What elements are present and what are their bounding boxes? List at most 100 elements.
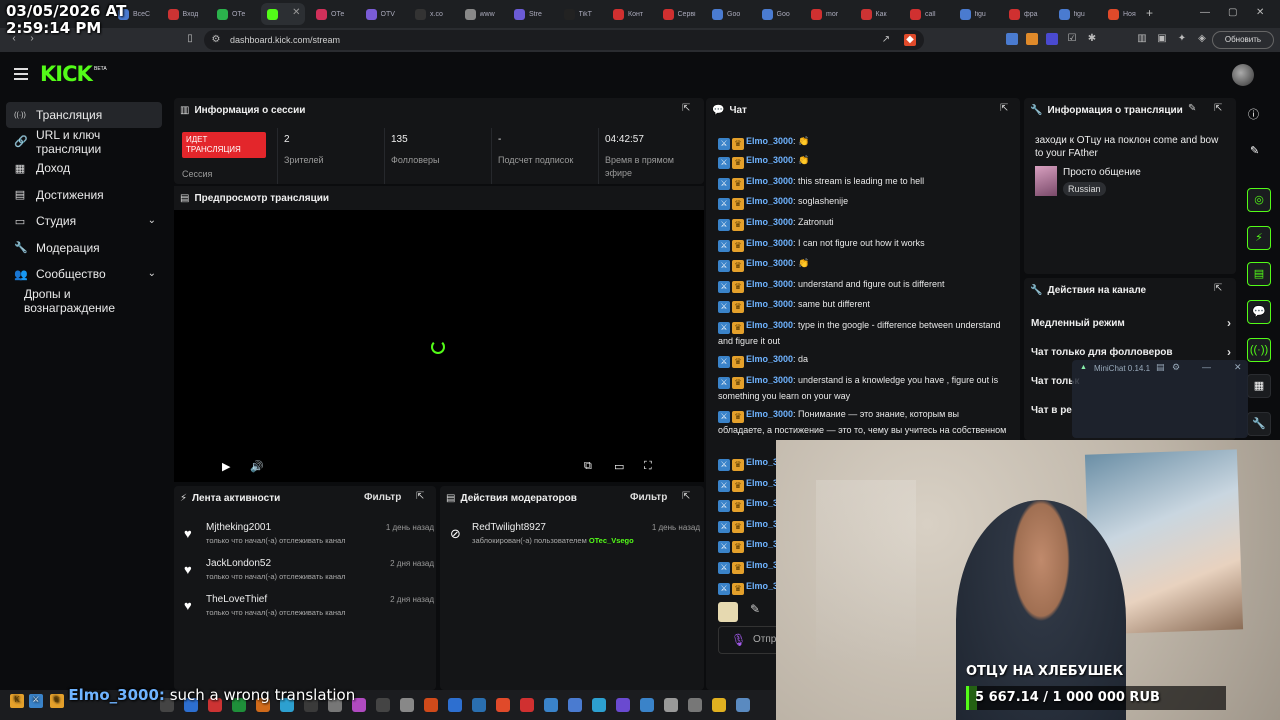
chat-username[interactable]: Elmo_3000 bbox=[746, 217, 793, 227]
chat-username[interactable]: Elmo_3000 bbox=[746, 279, 793, 289]
chat-username[interactable]: Elmo_3000 bbox=[746, 320, 793, 330]
taskbar-app-icon[interactable] bbox=[376, 698, 390, 712]
taskbar-app-icon[interactable] bbox=[568, 698, 582, 712]
taskbar-app-icon[interactable] bbox=[448, 698, 462, 712]
taskbar-app-icon[interactable] bbox=[496, 698, 510, 712]
activity-username[interactable]: JackLondon52 bbox=[206, 558, 271, 569]
maximize-icon[interactable]: ▢ bbox=[1228, 7, 1237, 18]
chat-username[interactable]: Elmo_3000 bbox=[746, 136, 793, 146]
chat-username-truncated[interactable]: Elmo_3 bbox=[746, 581, 778, 591]
translate-icon[interactable] bbox=[1006, 33, 1018, 45]
mod-action-username[interactable]: RedTwilight8927 bbox=[472, 522, 546, 533]
sidebar-toggle-icon[interactable]: ▥ bbox=[1136, 33, 1148, 45]
browser-tab[interactable]: ✕ bbox=[260, 3, 305, 25]
chat-username[interactable]: Elmo_3000 bbox=[746, 375, 793, 385]
taskbar-app-icon[interactable] bbox=[424, 698, 438, 712]
fullscreen-icon[interactable]: ⛶ bbox=[644, 460, 652, 473]
menu-icon[interactable] bbox=[14, 68, 28, 80]
popout-icon[interactable]: ⇱ bbox=[416, 491, 424, 502]
new-tab-icon[interactable]: + bbox=[1146, 6, 1153, 20]
taskbar-app-icon[interactable] bbox=[616, 698, 630, 712]
chevron-down-icon[interactable]: ⌄ bbox=[148, 215, 156, 226]
pip-icon[interactable]: ⧉ bbox=[584, 460, 592, 473]
activity-username[interactable]: Mjtheking2001 bbox=[206, 522, 271, 533]
info-circle-icon[interactable]: ⓘ bbox=[1248, 106, 1259, 122]
chat-username[interactable]: Elmo_3000 bbox=[746, 155, 793, 165]
chat-username[interactable]: Elmo_3000 bbox=[746, 176, 793, 186]
popout-icon[interactable]: ⇱ bbox=[682, 103, 690, 114]
minichat-settings-icon[interactable]: ⚙ bbox=[1172, 362, 1180, 373]
microphone-icon[interactable]: 🎙 bbox=[731, 633, 746, 647]
browser-tab[interactable]: фра bbox=[1003, 3, 1051, 25]
rail-camera-icon[interactable]: ◎ bbox=[1247, 188, 1271, 212]
popout-icon[interactable]: ⇱ bbox=[1214, 283, 1222, 294]
url-input[interactable]: ⚙ dashboard.kick.com/stream ↗ ◆ bbox=[204, 30, 924, 50]
browser-tab[interactable]: mor bbox=[805, 3, 853, 25]
rail-wrench-icon[interactable]: 🔧 bbox=[1247, 412, 1271, 436]
sidebar-item[interactable]: ((·)) Трансляция bbox=[6, 102, 162, 128]
rail-document-icon[interactable]: ▤ bbox=[1247, 262, 1271, 286]
chevron-down-icon[interactable]: ⌄ bbox=[148, 268, 156, 279]
rail-layout-icon[interactable]: ▦ bbox=[1247, 374, 1271, 398]
brave-shield-icon[interactable]: ◆ bbox=[904, 34, 916, 46]
kick-logo[interactable]: KICK bbox=[40, 62, 93, 86]
chat-username-truncated[interactable]: Elmo_3 bbox=[746, 539, 778, 549]
gift-icon[interactable]: ✎ bbox=[750, 602, 770, 622]
user-avatar[interactable] bbox=[1232, 64, 1254, 86]
play-icon[interactable]: ▶ bbox=[222, 460, 230, 473]
minichat-window[interactable]: ▲ MiniChat 0.14.1 ▤ ⚙ — ✕ bbox=[1072, 360, 1248, 438]
rail-chat-icon[interactable]: 💬 bbox=[1247, 300, 1271, 324]
chat-username[interactable]: Elmo_3000 bbox=[746, 354, 793, 364]
chat-username[interactable]: Elmo_3000 bbox=[746, 196, 793, 206]
browser-tab[interactable]: ОТе bbox=[310, 3, 358, 25]
browser-tab[interactable]: Конт bbox=[607, 3, 655, 25]
chat-username[interactable]: Elmo_3000 bbox=[746, 409, 793, 419]
browser-tab[interactable]: figu bbox=[954, 3, 1002, 25]
browser-tab[interactable]: call bbox=[904, 3, 952, 25]
chat-username[interactable]: Elmo_3000 bbox=[746, 238, 793, 248]
taskbar-app-icon[interactable] bbox=[544, 698, 558, 712]
rail-broadcast-icon[interactable]: ((·)) bbox=[1247, 338, 1271, 362]
popout-icon[interactable]: ⇱ bbox=[1214, 103, 1222, 114]
browser-tab[interactable]: Stre bbox=[508, 3, 556, 25]
chat-username-truncated[interactable]: Elmo_3 bbox=[746, 519, 778, 529]
emote-button[interactable] bbox=[718, 602, 738, 622]
wallet-icon[interactable]: ▣ bbox=[1156, 33, 1168, 45]
minichat-minimize-icon[interactable]: — bbox=[1202, 362, 1211, 372]
popout-icon[interactable]: ⇱ bbox=[1000, 103, 1008, 114]
taskbar-app-icon[interactable] bbox=[664, 698, 678, 712]
browser-tab[interactable]: Goo bbox=[706, 3, 754, 25]
window-close-icon[interactable]: ✕ bbox=[1256, 7, 1264, 18]
theater-icon[interactable]: ▭ bbox=[614, 460, 624, 473]
minichat-menu-icon[interactable]: ▤ bbox=[1156, 362, 1165, 373]
extension-fox-icon[interactable] bbox=[1026, 33, 1038, 45]
taskbar-app-icon[interactable] bbox=[688, 698, 702, 712]
mod-action-by[interactable]: OTec_Vsego bbox=[589, 536, 634, 545]
browser-tab[interactable]: Сервi bbox=[657, 3, 705, 25]
taskbar-app-icon[interactable] bbox=[712, 698, 726, 712]
sidebar-item[interactable]: 🔗 URL и ключ трансляции bbox=[6, 128, 162, 156]
sidebar-item[interactable]: ▭ Студия ⌄ bbox=[6, 208, 162, 234]
tab-close-icon[interactable]: ✕ bbox=[292, 7, 300, 18]
edit-pencil-icon[interactable]: ✎ bbox=[1250, 144, 1259, 157]
browser-tab[interactable]: Как bbox=[855, 3, 903, 25]
edit-icon[interactable]: ✎ bbox=[1188, 103, 1196, 114]
taskbar-app-icon[interactable] bbox=[640, 698, 654, 712]
chat-username-truncated[interactable]: Elmo_3 bbox=[746, 498, 778, 508]
taskbar-app-icon[interactable] bbox=[592, 698, 606, 712]
sidebar-item[interactable]: Дропы и вознаграждение bbox=[6, 287, 162, 315]
minimize-icon[interactable]: — bbox=[1200, 7, 1210, 18]
extensions-icon[interactable]: ✱ bbox=[1086, 33, 1098, 45]
video-player[interactable]: ▶ 🔊 ⧉ ▭ ⛶ bbox=[174, 210, 704, 482]
leo-ai-icon[interactable]: ✦ bbox=[1176, 33, 1188, 45]
browser-tab[interactable]: figu bbox=[1053, 3, 1101, 25]
sidebar-item[interactable]: ▦ Доход bbox=[6, 155, 162, 181]
rail-bolt-icon[interactable]: ⚡ bbox=[1247, 226, 1271, 250]
chat-username-truncated[interactable]: Elmo_3 bbox=[746, 457, 778, 467]
taskbar-app-icon[interactable] bbox=[400, 698, 414, 712]
extension-check-icon[interactable]: ☑ bbox=[1066, 33, 1078, 45]
activity-filter-button[interactable]: Фильтр bbox=[364, 492, 401, 503]
browser-tab[interactable]: www bbox=[459, 3, 507, 25]
sidebar-item[interactable]: ▤ Достижения bbox=[6, 182, 162, 208]
activity-username[interactable]: TheLoveThief bbox=[206, 594, 267, 605]
